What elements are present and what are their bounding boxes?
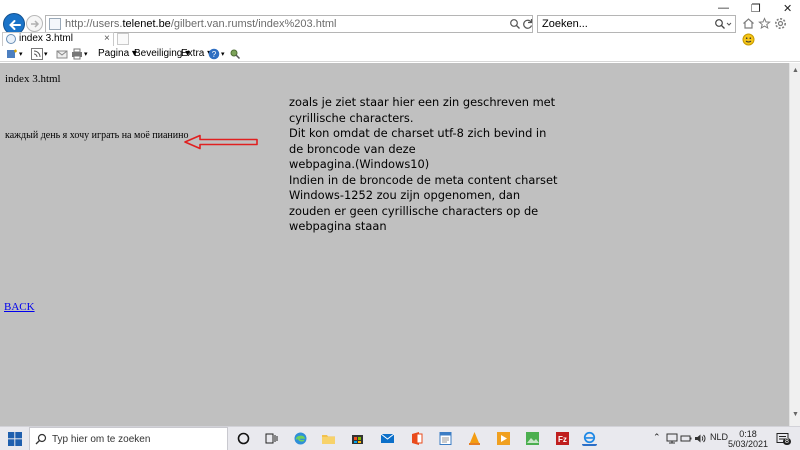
tab-close-icon[interactable]: × <box>104 33 110 44</box>
scroll-up-icon[interactable]: ▲ <box>792 67 799 74</box>
read-mail-icon[interactable] <box>56 48 68 60</box>
close-button[interactable]: ✕ <box>783 2 792 15</box>
edge-icon[interactable] <box>293 431 308 446</box>
vlc-icon[interactable] <box>467 431 482 446</box>
svg-text:Fz: Fz <box>558 435 567 444</box>
explanation-line: webpagina staan <box>289 219 387 233</box>
explanation-line: cyrillische characters. <box>289 110 414 125</box>
explanation-line: Windows-1252 zou zijn opgenomen, dan <box>289 188 521 202</box>
notepad-icon[interactable] <box>438 431 453 446</box>
url-path: /gilbert.van.rumst/index%203.html <box>170 18 337 30</box>
mail-icon[interactable] <box>380 431 395 446</box>
scroll-down-icon[interactable]: ▼ <box>792 411 799 418</box>
notification-count-badge: 8 <box>783 438 791 445</box>
tray-expand-icon[interactable]: ⌃ <box>653 432 661 443</box>
command-bar: ▾ ▾ ▾ Pagina ▾ Beveiliging ▾ Extra ▾ ? ▾ <box>0 46 800 62</box>
store-icon[interactable] <box>350 431 365 446</box>
tab-index-3[interactable]: index 3.html × <box>2 32 114 46</box>
page-heading: index 3.html <box>5 73 61 85</box>
clock[interactable]: 0:18 5/03/2021 <box>728 429 768 449</box>
back-link[interactable]: BACK <box>4 301 35 313</box>
task-view-icon[interactable] <box>264 431 279 446</box>
url-prefix: http://users. <box>65 18 123 30</box>
clock-time: 0:18 <box>739 429 757 439</box>
volume-icon[interactable] <box>694 433 706 444</box>
page-menu[interactable]: Pagina ▾ <box>98 48 137 59</box>
search-field[interactable]: Zoeken... <box>537 15 736 33</box>
cortana-icon[interactable] <box>236 431 251 446</box>
url-field[interactable]: http://users.telenet.be/gilbert.van.rums… <box>45 15 533 33</box>
tab-row: index 3.html × <box>0 32 800 46</box>
internet-explorer-icon[interactable] <box>582 431 597 446</box>
minimize-button[interactable]: — <box>718 2 729 14</box>
dropdown-arrow-icon[interactable]: ▾ <box>221 50 225 58</box>
search-icon[interactable] <box>714 18 732 31</box>
dropdown-arrow-icon[interactable]: ▾ <box>44 50 48 58</box>
rss-feed-icon[interactable] <box>31 48 43 60</box>
explanation-line: zoals je ziet staar hier een zin geschre… <box>289 95 556 109</box>
explanation-line: Dit kon omdat de charset utf-8 zich bevi… <box>289 126 547 140</box>
arrow-right-icon <box>31 20 40 28</box>
taskbar-search-placeholder: Typ hier om te zoeken <box>52 434 151 445</box>
windows-start-icon[interactable] <box>8 432 22 446</box>
refresh-icon[interactable] <box>522 17 533 31</box>
cyrillic-sentence: каждый день я хочу играть на моё пианино <box>5 130 189 141</box>
explanation-line: zouden er geen cyrillische characters op… <box>289 203 539 218</box>
tab-favicon-icon <box>6 34 16 44</box>
dropdown-arrow-icon[interactable]: ▾ <box>19 50 23 58</box>
print-icon[interactable] <box>71 48 83 60</box>
explanation-text: zoals je ziet staar hier een zin geschre… <box>289 95 558 235</box>
taskbar-search-input[interactable]: Typ hier om te zoeken <box>29 427 228 450</box>
page-content: index 3.html каждый день я хочу играть н… <box>0 63 789 426</box>
forward-button[interactable] <box>26 15 43 32</box>
vertical-scrollbar[interactable]: ▲ ▼ <box>789 63 800 426</box>
arrow-left-icon <box>9 20 21 30</box>
research-icon[interactable] <box>229 48 241 60</box>
url-text: http://users.telenet.be/gilbert.van.rums… <box>65 18 337 30</box>
filezilla-icon[interactable]: Fz <box>555 431 570 446</box>
language-indicator[interactable]: NLD <box>710 432 728 442</box>
home-icon[interactable] <box>742 17 755 30</box>
file-explorer-icon[interactable] <box>321 431 336 446</box>
taskbar: Typ hier om te zoeken Fz ⌃ NLD 0:18 5/03… <box>0 426 800 450</box>
media-player-icon[interactable] <box>496 431 511 446</box>
dropdown-arrow-icon[interactable]: ▾ <box>84 50 88 58</box>
svg-text:?: ? <box>212 50 217 59</box>
search-placeholder: Zoeken... <box>542 18 588 30</box>
security-menu-label: Beveiliging <box>134 48 183 59</box>
tab-title: index 3.html <box>19 33 73 44</box>
explanation-line: Indien in de broncode de meta content ch… <box>289 172 558 187</box>
restore-button[interactable]: ❐ <box>751 2 761 15</box>
new-tab-button[interactable] <box>117 33 129 45</box>
explanation-line: de broncode van deze <box>289 141 416 156</box>
page-favicon-icon <box>49 18 61 30</box>
office-icon[interactable] <box>409 431 424 446</box>
url-host: telenet.be <box>122 18 171 30</box>
explanation-line: webpagina.(Windows10) <box>289 157 430 171</box>
battery-icon[interactable] <box>680 433 692 444</box>
photos-icon[interactable] <box>525 431 540 446</box>
red-arrow-left <box>184 134 258 150</box>
page-menu-label: Pagina <box>98 48 130 59</box>
settings-gear-icon[interactable] <box>774 17 787 30</box>
add-favorites-icon[interactable] <box>6 48 18 60</box>
help-icon[interactable]: ? <box>208 48 220 60</box>
clock-date: 5/03/2021 <box>728 439 769 449</box>
url-search-icon[interactable] <box>509 17 521 31</box>
taskbar-search-icon <box>35 433 47 445</box>
network-icon[interactable] <box>666 433 678 444</box>
favorites-star-icon[interactable] <box>758 17 771 30</box>
extra-menu-label: Extra <box>181 48 205 59</box>
